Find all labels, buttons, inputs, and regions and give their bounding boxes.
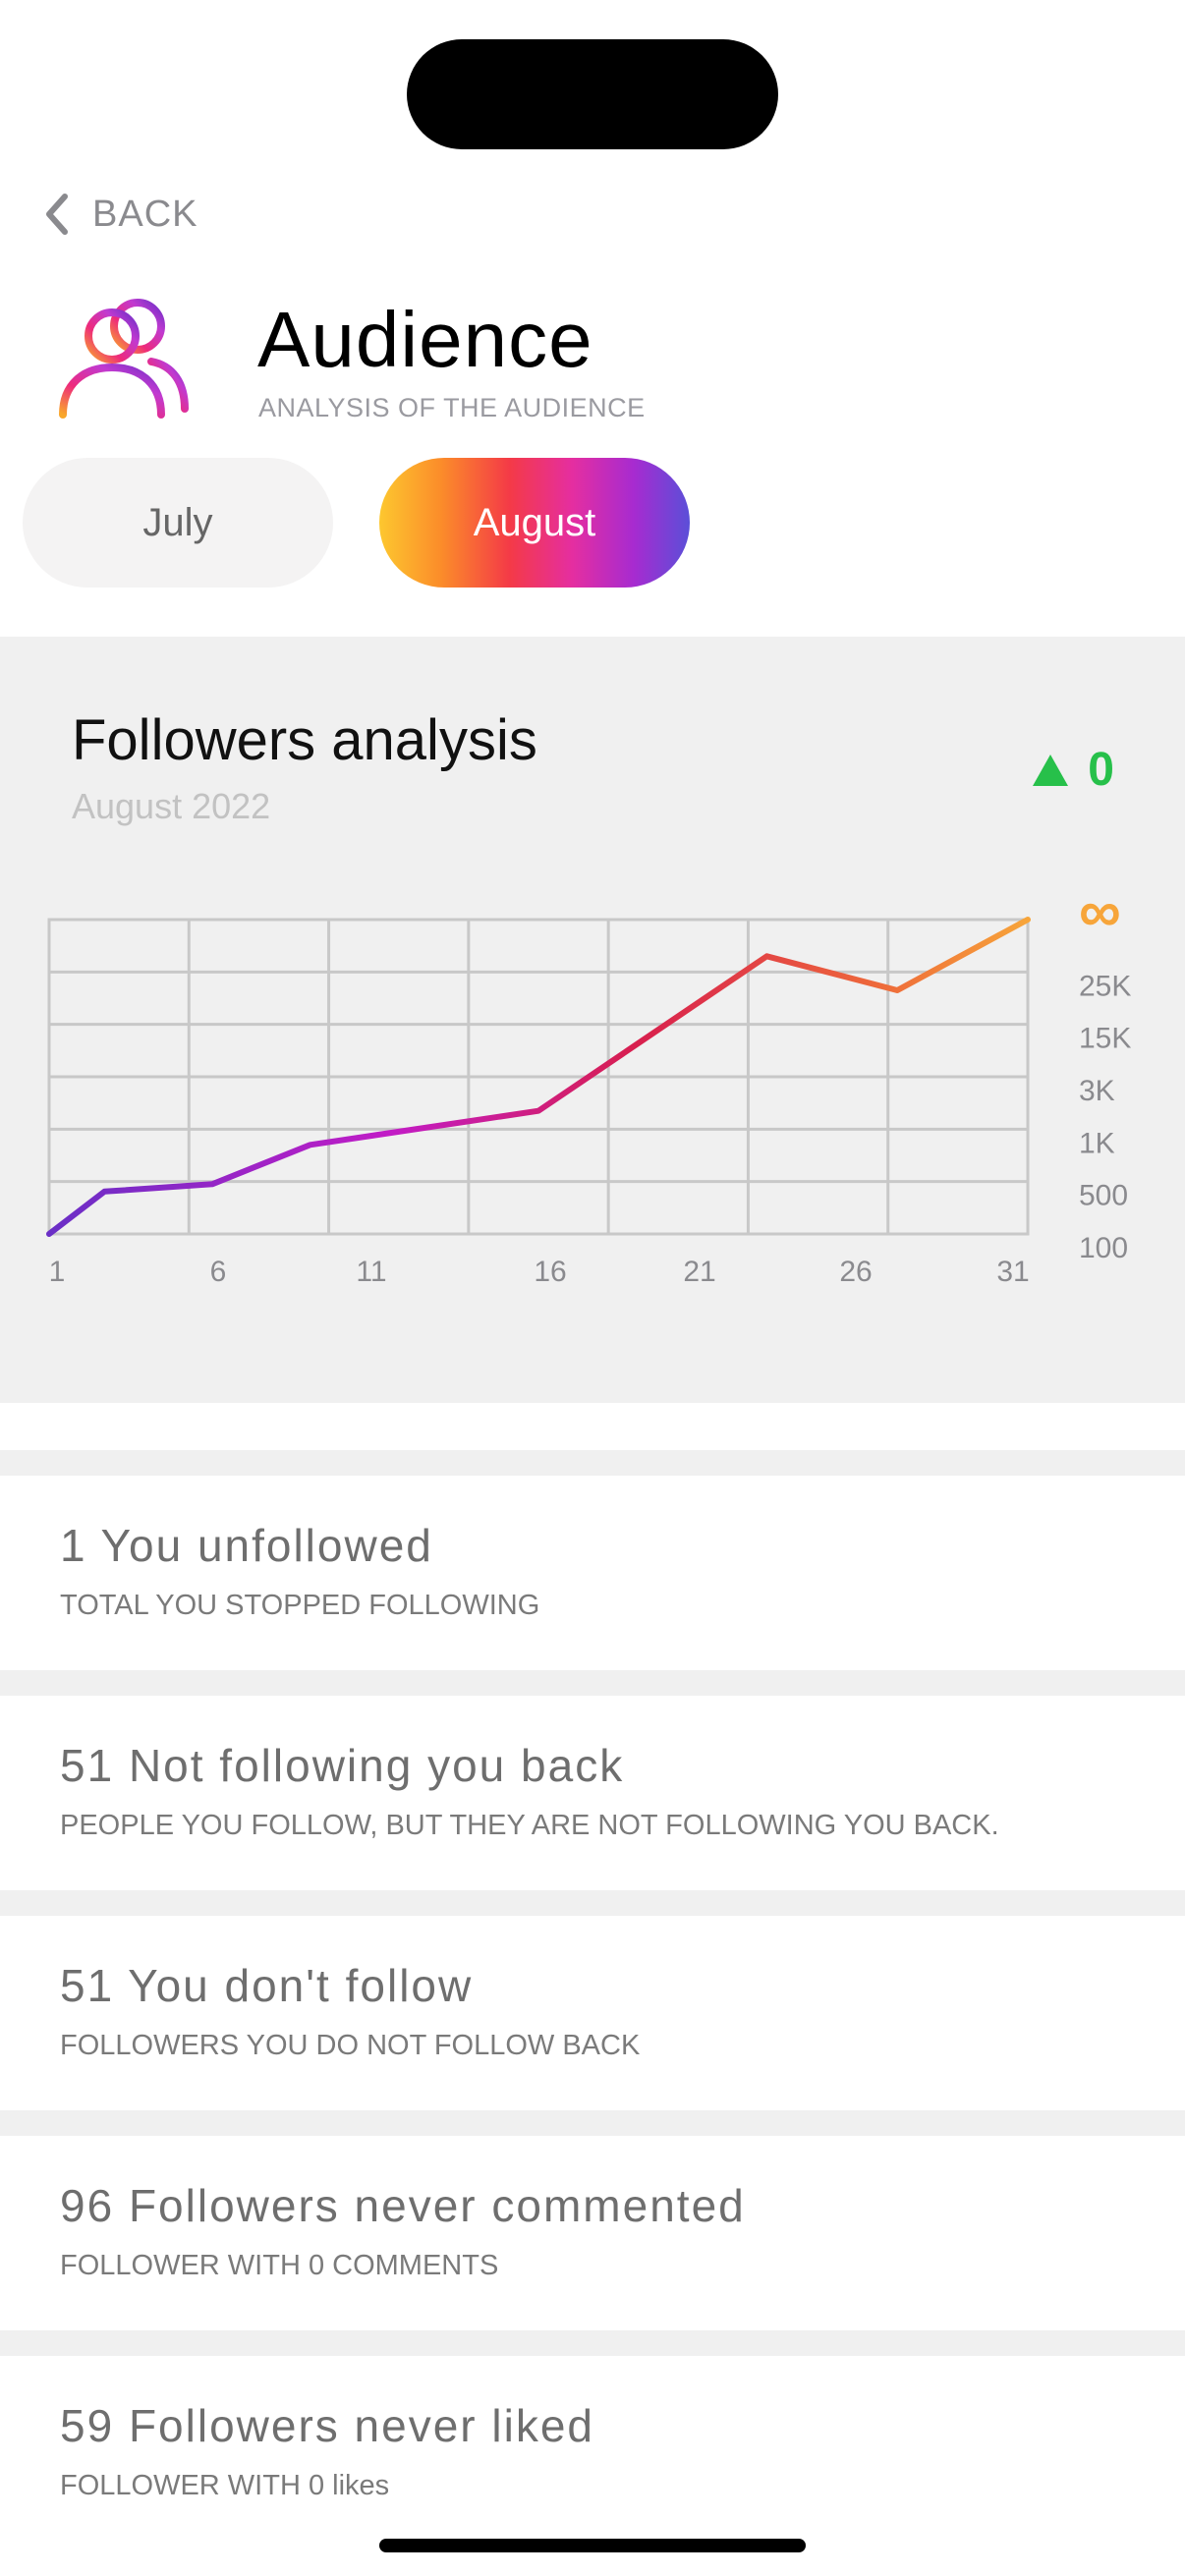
status-area <box>0 0 1185 196</box>
x-tick-label: 1 <box>49 1256 66 1285</box>
y-tick-label: 3K <box>1079 1075 1115 1107</box>
x-tick-label: 26 <box>839 1256 872 1285</box>
divider <box>0 1670 1185 1696</box>
y-tick-label: 500 <box>1079 1180 1128 1212</box>
month-tab-july[interactable]: July <box>23 458 333 588</box>
divider <box>0 2110 1185 2136</box>
chevron-left-icon <box>46 194 68 235</box>
followers-line-chart: ∞25K15K3K1K500100 1 6 11 16 21 26 31 <box>46 878 1131 1285</box>
stat-description: FOLLOWER WITH 0 likes <box>60 2470 390 2501</box>
stat-title: 96 Followers never commented <box>60 2180 746 2231</box>
followers-analysis-card: Followers analysis August 2022 0 ∞ 25K 15K… <box>0 637 1185 1403</box>
audience-icon <box>59 299 189 419</box>
y-tick-label: 100 <box>1079 1232 1128 1264</box>
x-tick-label: 6 <box>210 1256 227 1285</box>
stat-card-you-dont-follow[interactable]: 51 You don't follow FOLLOWERS YOU DO NOT… <box>0 1916 1185 2110</box>
stat-card-unfollowed[interactable]: 1 You unfollowed TOTAL YOU STOPPED FOLLO… <box>0 1476 1185 1670</box>
dynamic-island <box>407 39 778 149</box>
x-tick-label: 11 <box>356 1256 386 1285</box>
stat-description: TOTAL YOU STOPPED FOLLOWING <box>60 1590 540 1621</box>
change-value: 0 <box>1088 744 1114 796</box>
infinity-icon: ∞ <box>1079 878 1121 944</box>
back-button[interactable]: BACK <box>43 187 198 242</box>
triangle-up-icon <box>1033 754 1069 786</box>
month-tab-august[interactable]: August <box>379 458 690 588</box>
stat-title: 51 You don't follow <box>60 1960 474 2011</box>
stat-description: PEOPLE YOU FOLLOW, BUT THEY ARE NOT FOLL… <box>60 1810 999 1841</box>
back-label: BACK <box>92 193 198 235</box>
y-tick-label: 25K <box>1079 970 1131 1002</box>
divider <box>0 1890 1185 1916</box>
x-tick-label: 31 <box>996 1256 1029 1285</box>
chart-subtitle: August 2022 <box>72 786 271 826</box>
chart-title: Followers analysis <box>72 708 537 772</box>
stat-card-never-liked[interactable]: 59 Followers never liked FOLLOWER WITH 0… <box>0 2356 1185 2550</box>
y-axis-labels: ∞ 25K 15K 3K 1K 500 100 <box>1079 878 1131 1264</box>
stat-card-not-following-back[interactable]: 51 Not following you back PEOPLE YOU FOL… <box>0 1696 1185 1890</box>
stat-title: 59 Followers never liked <box>60 2400 595 2451</box>
divider <box>0 1450 1185 1476</box>
stat-description: FOLLOWERS YOU DO NOT FOLLOW BACK <box>60 2030 641 2061</box>
stat-card-never-commented[interactable]: 96 Followers never commented FOLLOWER WI… <box>0 2136 1185 2330</box>
page-title: Audience <box>257 296 593 383</box>
x-axis-labels: 1 6 11 16 21 26 31 <box>49 1256 1030 1285</box>
home-indicator <box>379 2539 806 2552</box>
stat-title: 1 You unfollowed <box>60 1520 433 1571</box>
x-tick-label: 21 <box>683 1256 715 1285</box>
x-tick-label: 16 <box>534 1256 566 1285</box>
stat-description: FOLLOWER WITH 0 COMMENTS <box>60 2250 499 2281</box>
y-tick-label: 15K <box>1079 1023 1131 1055</box>
stat-title: 51 Not following you back <box>60 1740 625 1791</box>
divider <box>0 2330 1185 2356</box>
y-tick-label: 1K <box>1079 1127 1115 1159</box>
change-indicator: 0 <box>1031 743 1114 797</box>
page-subtitle: ANALYSIS OF THE AUDIENCE <box>258 393 646 422</box>
